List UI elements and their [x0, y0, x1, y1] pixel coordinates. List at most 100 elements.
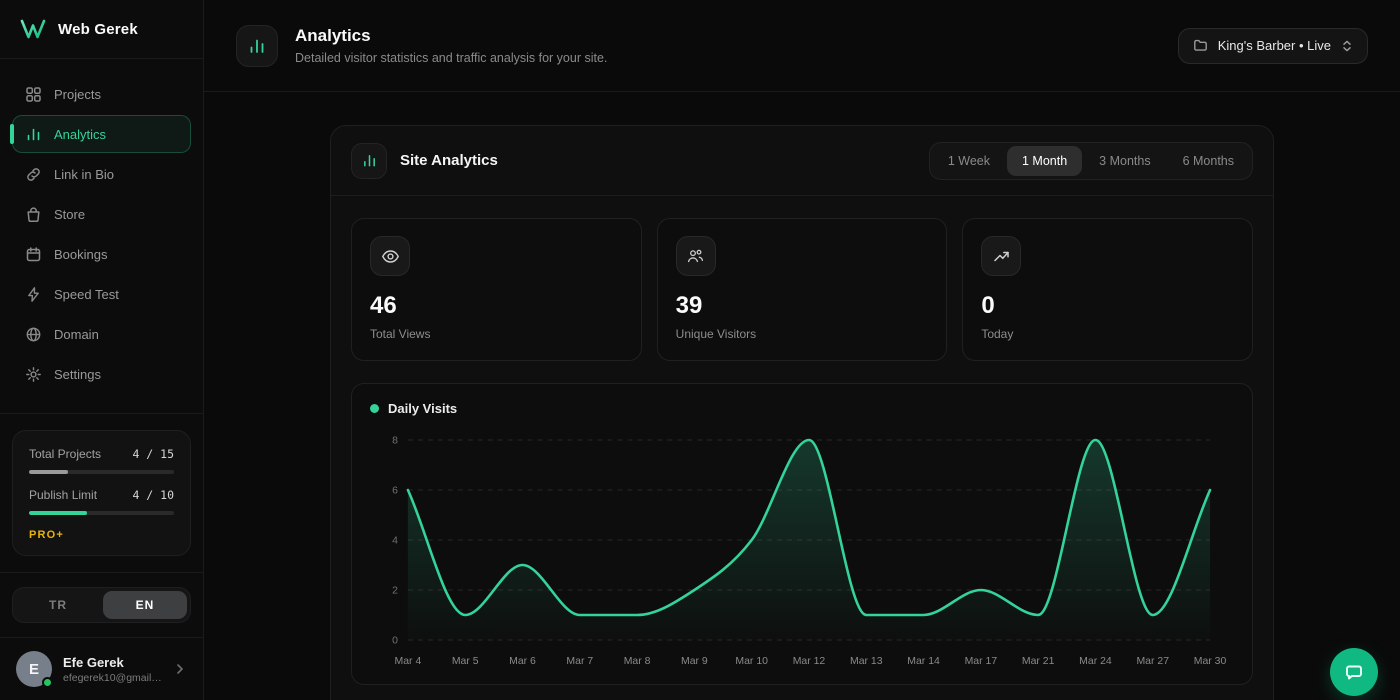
grid-icon: [25, 86, 42, 103]
sidebar-item-label: Bookings: [54, 247, 107, 262]
sidebar-item-label: Projects: [54, 87, 101, 102]
svg-text:Mar 24: Mar 24: [1079, 656, 1112, 667]
sidebar-item-label: Store: [54, 207, 85, 222]
stat-label: Today: [981, 327, 1234, 341]
publish-limit-progress-fill: [29, 511, 87, 515]
chart-legend: Daily Visits: [370, 401, 1234, 416]
sidebar-item-settings[interactable]: Settings: [12, 355, 191, 393]
users-icon: [676, 236, 716, 276]
svg-text:Mar 5: Mar 5: [452, 656, 479, 667]
sidebar-item-bookings[interactable]: Bookings: [12, 235, 191, 273]
chevron-right-icon: [173, 662, 187, 676]
svg-text:Mar 6: Mar 6: [509, 656, 536, 667]
sidebar-nav: Projects Analytics Link in Bio: [0, 59, 203, 403]
svg-text:Mar 30: Mar 30: [1194, 656, 1227, 667]
svg-text:6: 6: [392, 485, 398, 496]
site-analytics-icon: [351, 143, 387, 179]
stat-value: 46: [370, 292, 623, 320]
tab-3-months[interactable]: 3 Months: [1084, 146, 1165, 176]
language-toggle-wrap: TR EN: [0, 572, 203, 637]
total-projects-progress-fill: [29, 470, 68, 474]
plan-badge: PRO+: [29, 529, 174, 541]
shopping-bag-icon: [25, 206, 42, 223]
svg-text:Mar 7: Mar 7: [566, 656, 593, 667]
sidebar-item-link-in-bio[interactable]: Link in Bio: [12, 155, 191, 193]
sidebar-item-speed-test[interactable]: Speed Test: [12, 275, 191, 313]
lightning-icon: [25, 286, 42, 303]
daily-visits-chart[interactable]: 0 2 4 6 8 Mar 4Mar 5Mar 6Mar 7Mar 8Mar 9…: [370, 424, 1234, 676]
language-tr-button[interactable]: TR: [16, 591, 100, 619]
tab-6-months[interactable]: 6 Months: [1168, 146, 1249, 176]
avatar: E: [16, 651, 52, 687]
content-scroll-area[interactable]: Site Analytics 1 Week 1 Month 3 Months 6…: [204, 92, 1400, 700]
page-subtitle: Detailed visitor statistics and traffic …: [295, 51, 607, 65]
trending-up-icon: [981, 236, 1021, 276]
chevron-up-down-icon: [1341, 39, 1353, 53]
sidebar-item-label: Analytics: [54, 127, 106, 142]
svg-text:Mar 21: Mar 21: [1022, 656, 1055, 667]
sidebar-item-projects[interactable]: Projects: [12, 75, 191, 113]
svg-text:8: 8: [392, 435, 398, 446]
tab-1-month[interactable]: 1 Month: [1007, 146, 1082, 176]
stat-card-today: 0 Today: [962, 218, 1253, 361]
publish-limit-value: 4 / 10: [132, 488, 174, 502]
site-selector-value: King's Barber • Live: [1218, 38, 1331, 53]
publish-limit-progressbar: [29, 511, 174, 515]
site-analytics-panel: Site Analytics 1 Week 1 Month 3 Months 6…: [330, 125, 1274, 700]
sidebar-item-label: Domain: [54, 327, 99, 342]
sidebar-item-label: Link in Bio: [54, 167, 114, 182]
sidebar-item-domain[interactable]: Domain: [12, 315, 191, 353]
svg-text:4: 4: [392, 535, 398, 546]
stat-value: 0: [981, 292, 1234, 320]
stats-grid: 46 Total Views 39 Unique Visit: [351, 218, 1253, 361]
gear-icon: [25, 366, 42, 383]
user-name: Efe Gerek: [63, 655, 162, 670]
chat-bubble-icon: [1343, 661, 1365, 683]
publish-limit-label: Publish Limit: [29, 488, 97, 502]
total-projects-label: Total Projects: [29, 447, 101, 461]
brand: Web Gerek: [0, 0, 203, 59]
brand-name: Web Gerek: [58, 21, 138, 38]
chat-fab-button[interactable]: [1330, 648, 1378, 696]
svg-text:Mar 10: Mar 10: [735, 656, 768, 667]
user-email: efegerek10@gmail.com: [63, 672, 162, 684]
legend-label: Daily Visits: [388, 401, 457, 416]
stat-card-unique-visitors: 39 Unique Visitors: [657, 218, 948, 361]
eye-icon: [370, 236, 410, 276]
user-profile[interactable]: E Efe Gerek efegerek10@gmail.com: [0, 637, 203, 700]
svg-text:Mar 13: Mar 13: [850, 656, 883, 667]
sidebar: Web Gerek Projects Analytics: [0, 0, 204, 700]
sidebar-item-analytics[interactable]: Analytics: [12, 115, 191, 153]
total-projects-value: 4 / 15: [132, 447, 174, 461]
avatar-initial: E: [29, 661, 39, 678]
stat-label: Unique Visitors: [676, 327, 929, 341]
panel-title: Site Analytics: [400, 152, 498, 169]
chart-svg: 0 2 4 6 8 Mar 4Mar 5Mar 6Mar 7Mar 8Mar 9…: [370, 424, 1234, 676]
globe-icon: [25, 326, 42, 343]
svg-text:Mar 9: Mar 9: [681, 656, 708, 667]
tab-1-week[interactable]: 1 Week: [933, 146, 1005, 176]
sidebar-item-label: Speed Test: [54, 287, 119, 302]
svg-text:0: 0: [392, 635, 398, 646]
total-projects-progressbar: [29, 470, 174, 474]
legend-dot-icon: [370, 404, 379, 413]
svg-text:Mar 4: Mar 4: [395, 656, 422, 667]
user-meta: Efe Gerek efegerek10@gmail.com: [63, 655, 162, 684]
svg-text:Mar 12: Mar 12: [793, 656, 826, 667]
svg-text:Mar 17: Mar 17: [965, 656, 998, 667]
site-selector-dropdown[interactable]: King's Barber • Live: [1178, 28, 1368, 64]
online-status-dot: [42, 677, 53, 688]
main-area: Analytics Detailed visitor statistics an…: [204, 0, 1400, 700]
svg-text:Mar 14: Mar 14: [907, 656, 940, 667]
analytics-header-icon: [236, 25, 278, 67]
svg-text:Mar 27: Mar 27: [1136, 656, 1169, 667]
language-toggle: TR EN: [12, 587, 191, 623]
stat-label: Total Views: [370, 327, 623, 341]
stat-value: 39: [676, 292, 929, 320]
link-icon: [25, 166, 42, 183]
stat-card-total-views: 46 Total Views: [351, 218, 642, 361]
panel-header: Site Analytics 1 Week 1 Month 3 Months 6…: [331, 126, 1273, 196]
language-en-button[interactable]: EN: [103, 591, 187, 619]
usage-card: Total Projects 4 / 15 Publish Limit 4 / …: [12, 430, 191, 556]
sidebar-item-store[interactable]: Store: [12, 195, 191, 233]
